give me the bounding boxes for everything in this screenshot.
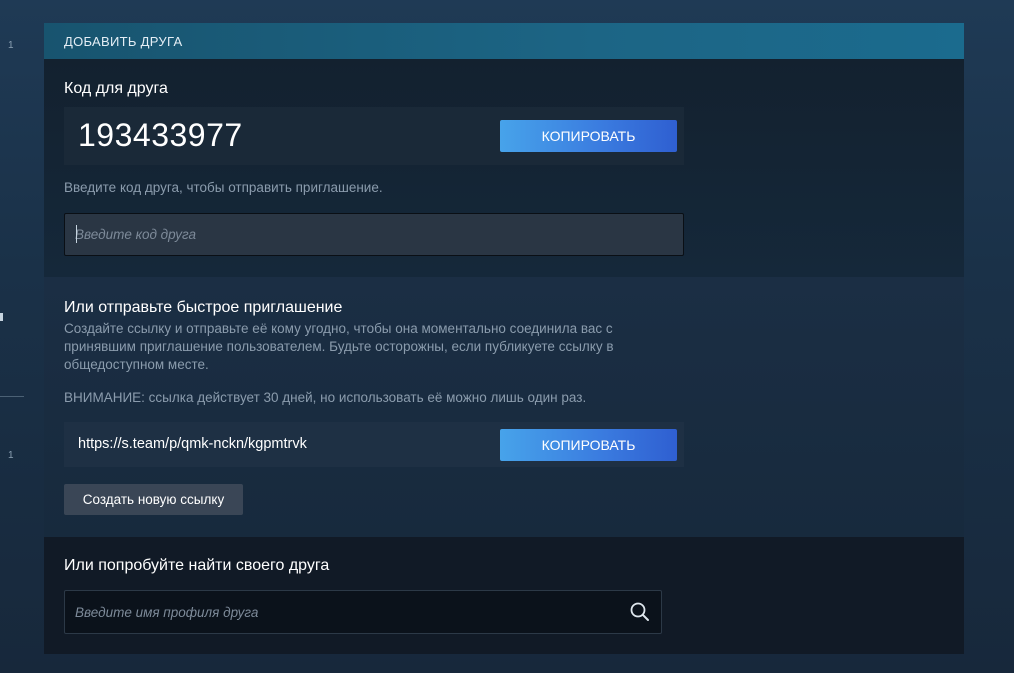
search-input[interactable] (65, 591, 615, 633)
panel-title: ДОБАВИТЬ ДРУГА (64, 33, 183, 49)
invite-link-box: https://s.team/p/qmk-nckn/kgpmtrvk КОПИР… (64, 422, 684, 467)
side-divider (0, 396, 24, 397)
search-icon[interactable] (629, 601, 651, 623)
create-new-link-button[interactable]: Создать новую ссылку (64, 484, 243, 515)
friend-code-section: Код для друга 193433977 КОПИРОВАТЬ Введи… (44, 59, 964, 277)
quick-invite-description-line: Создайте ссылку и отправьте её кому угод… (64, 321, 613, 336)
copy-code-button[interactable]: КОПИРОВАТЬ (500, 120, 677, 152)
add-friend-panel: ДОБАВИТЬ ДРУГА Код для друга 193433977 К… (44, 23, 964, 654)
search-friend-title: Или попробуйте найти своего друга (64, 557, 330, 574)
side-number: 1 (8, 40, 14, 51)
text-caret (76, 225, 77, 243)
friend-code-input[interactable] (64, 213, 684, 256)
friend-code-title: Код для друга (64, 80, 168, 97)
friend-code-hint: Введите код друга, чтобы отправить пригл… (64, 180, 383, 195)
friend-code-value: 193433977 (78, 117, 243, 153)
copy-link-button[interactable]: КОПИРОВАТЬ (500, 429, 677, 461)
quick-invite-section: Или отправьте быстрое приглашение Создай… (44, 277, 964, 537)
side-number: 1 (8, 450, 14, 461)
background-left-strip: 1 1 (0, 0, 44, 673)
side-mark (0, 313, 3, 321)
quick-invite-description-line: общедоступном месте. (64, 357, 209, 372)
search-friend-section: Или попробуйте найти своего друга (44, 537, 964, 654)
quick-invite-description-line: принявшим приглашение пользователем. Буд… (64, 339, 614, 354)
quick-invite-title: Или отправьте быстрое приглашение (64, 299, 343, 316)
friend-code-box: 193433977 КОПИРОВАТЬ (64, 107, 684, 165)
panel-header: ДОБАВИТЬ ДРУГА (44, 23, 964, 59)
invite-link: https://s.team/p/qmk-nckn/kgpmtrvk (78, 436, 307, 452)
search-field (64, 590, 662, 634)
quick-invite-warning: ВНИМАНИЕ: ссылка действует 30 дней, но и… (64, 390, 587, 405)
